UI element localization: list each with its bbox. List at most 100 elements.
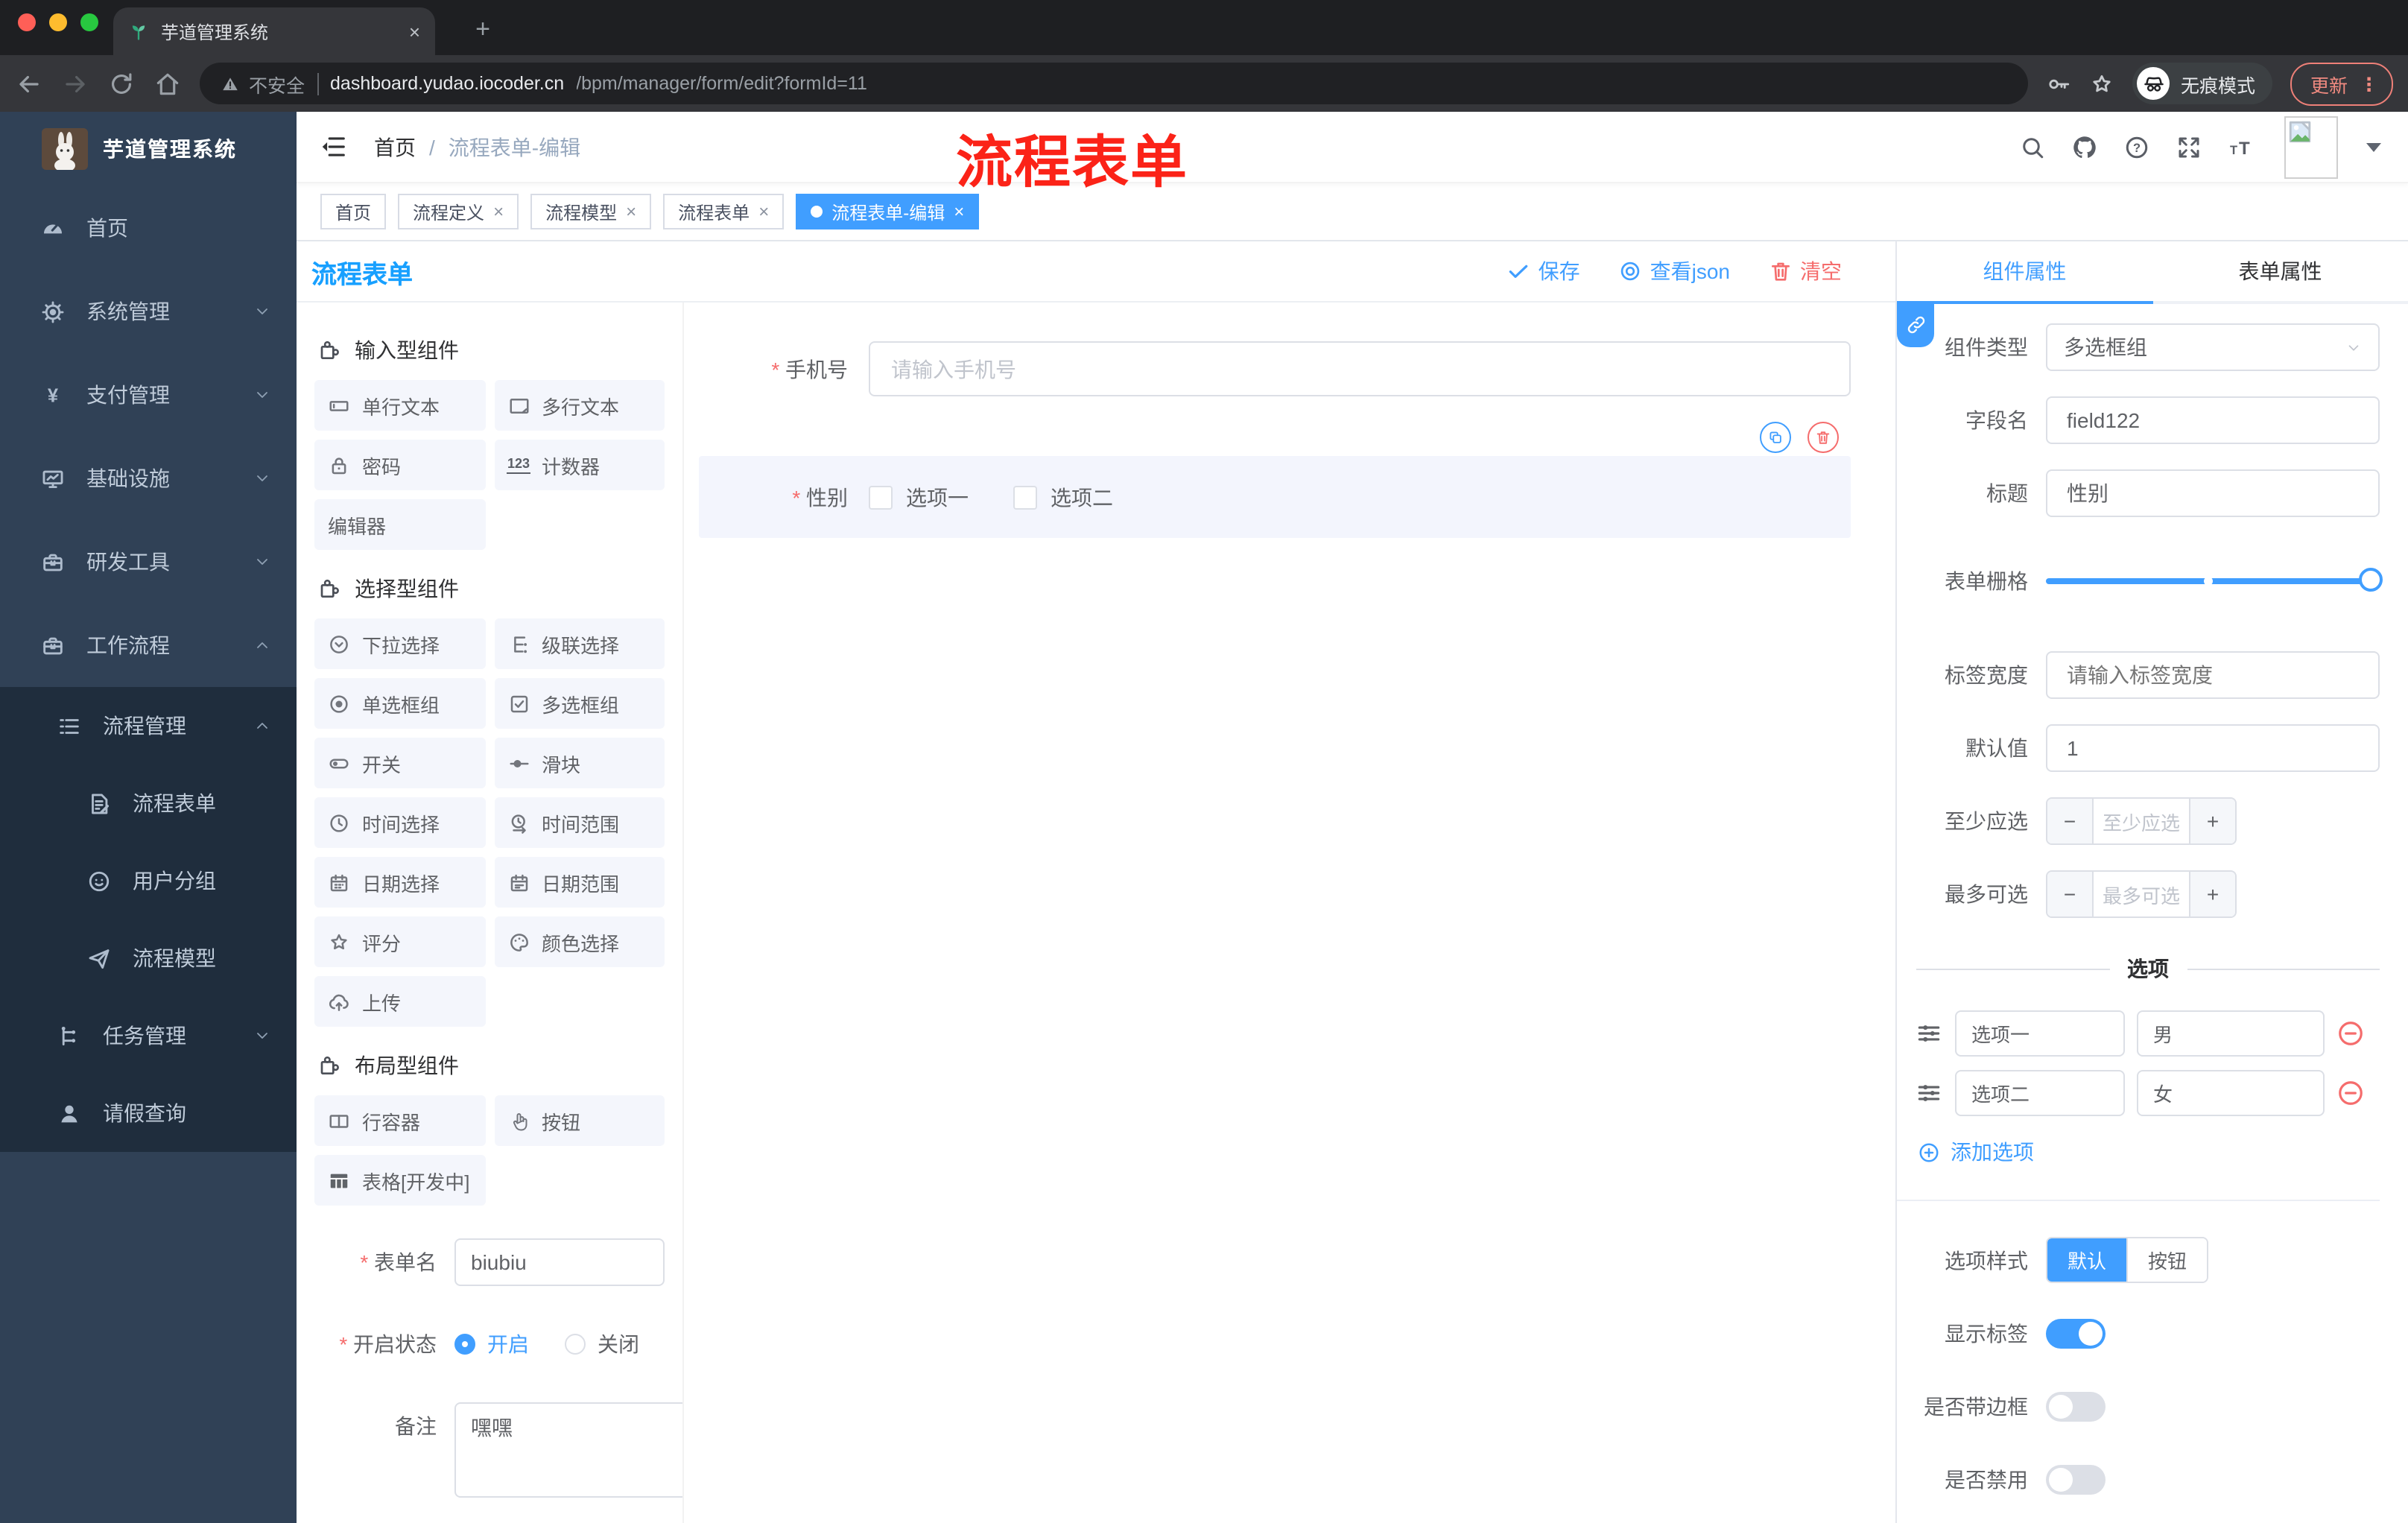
user-avatar[interactable] (2284, 115, 2338, 178)
canvas-field-phone[interactable]: 手机号 请输入手机号 (699, 341, 1851, 396)
stepper-plus-button[interactable]: + (2189, 872, 2235, 916)
browser-menu-icon[interactable]: ⋮ (2360, 72, 2378, 95)
option-text-input[interactable] (1955, 1010, 2125, 1057)
sidebar-item-流程表单[interactable]: 流程表单 (0, 764, 297, 842)
option-value-input[interactable] (2137, 1010, 2325, 1057)
status-radio-off[interactable]: 关闭 (565, 1329, 639, 1359)
stepper-minus-button[interactable]: − (2047, 799, 2094, 843)
action-查看json-button[interactable]: 查看json (1619, 256, 1730, 286)
palette-item-级联选择[interactable]: 级联选择 (494, 618, 665, 669)
link-drawer-tab[interactable] (1897, 301, 1934, 347)
palette-item-下拉选择[interactable]: 下拉选择 (314, 618, 485, 669)
search-icon[interactable] (2019, 133, 2046, 160)
style-default-button[interactable]: 默认 (2047, 1238, 2126, 1282)
font-size-icon[interactable]: TT (2228, 133, 2255, 160)
default-value-input[interactable] (2064, 735, 2362, 762)
palette-item-日期选择[interactable]: 日期选择 (314, 857, 485, 908)
action-清空-button[interactable]: 清空 (1769, 256, 1842, 286)
palette-item-行容器[interactable]: 行容器 (314, 1095, 485, 1146)
palette-item-时间范围[interactable]: 时间范围 (494, 797, 665, 848)
checkbox-option-选项一[interactable]: 选项一 (869, 482, 969, 512)
tag-close-icon[interactable]: × (954, 201, 964, 222)
sidebar-item-请假查询[interactable]: 请假查询 (0, 1074, 297, 1152)
palette-item-多选框组[interactable]: 多选框组 (494, 678, 665, 729)
tag-首页[interactable]: 首页 (320, 194, 387, 229)
label-width-input[interactable] (2064, 662, 2362, 688)
tab-close-icon[interactable]: × (409, 20, 420, 42)
remark-textarea[interactable]: 嘿嘿 (454, 1402, 682, 1498)
sidebar-item-工作流程[interactable]: 工作流程 (0, 604, 297, 687)
tag-流程模型[interactable]: 流程模型 × (530, 194, 652, 229)
drag-handle-icon[interactable] (1915, 1079, 1943, 1107)
tag-close-icon[interactable]: × (758, 201, 769, 222)
tag-close-icon[interactable]: × (493, 201, 504, 222)
maximize-window-button[interactable] (80, 13, 98, 31)
stepper-minus-button[interactable]: − (2047, 872, 2094, 916)
new-tab-button[interactable]: + (465, 12, 501, 48)
palette-item-表格[开发中][interactable]: 表格[开发中] (314, 1155, 485, 1206)
update-button[interactable]: 更新 ⋮ (2290, 62, 2393, 105)
sidebar-item-研发工具[interactable]: 研发工具 (0, 520, 297, 604)
palette-item-开关[interactable]: 开关 (314, 738, 485, 788)
remove-option-icon[interactable] (2336, 1019, 2365, 1048)
status-radio-on[interactable]: 开启 (454, 1329, 529, 1359)
fullscreen-icon[interactable] (2176, 133, 2202, 160)
home-icon[interactable] (153, 69, 182, 98)
title-input[interactable] (2064, 480, 2362, 507)
drag-handle-icon[interactable] (1915, 1019, 1943, 1048)
sidebar-item-任务管理[interactable]: 任务管理 (0, 997, 297, 1074)
palette-item-日期范围[interactable]: 日期范围 (494, 857, 665, 908)
palette-item-评分[interactable]: 评分 (314, 916, 485, 967)
palette-item-单行文本[interactable]: 单行文本 (314, 380, 485, 431)
palette-item-上传[interactable]: 上传 (314, 976, 485, 1027)
grid-slider[interactable] (2046, 557, 2383, 605)
palette-item-多行文本[interactable]: 多行文本 (494, 380, 665, 431)
palette-item-计数器[interactable]: 123 计数器 (494, 440, 665, 490)
tab-form-props[interactable]: 表单属性 (2152, 241, 2408, 301)
action-保存-button[interactable]: 保存 (1507, 256, 1580, 286)
field-name-input[interactable] (2064, 407, 2362, 434)
remove-option-icon[interactable] (2336, 1079, 2365, 1107)
bookmark-star-icon[interactable] (2090, 71, 2115, 96)
sidebar-item-基础设施[interactable]: 基础设施 (0, 437, 297, 520)
form-name-input[interactable] (454, 1238, 665, 1286)
palette-item-编辑器[interactable]: 编辑器 (314, 499, 485, 550)
copy-component-button[interactable] (1760, 422, 1791, 453)
max-select-placeholder[interactable]: 最多可选 (2094, 872, 2189, 916)
forward-icon[interactable] (61, 69, 89, 98)
toggle-switch[interactable] (2046, 1392, 2106, 1422)
palette-item-时间选择[interactable]: 时间选择 (314, 797, 485, 848)
checkbox-icon[interactable] (1013, 485, 1037, 509)
delete-component-button[interactable] (1807, 422, 1839, 453)
palette-item-单选框组[interactable]: 单选框组 (314, 678, 485, 729)
tab-component-props[interactable]: 组件属性 (1897, 241, 2152, 304)
comp-type-select[interactable]: 多选框组 (2046, 323, 2380, 371)
palette-item-按钮[interactable]: 按钮 (494, 1095, 665, 1146)
phone-input[interactable]: 请输入手机号 (869, 341, 1851, 396)
sidebar-item-首页[interactable]: 首页 (0, 186, 297, 270)
min-select-placeholder[interactable]: 至少应选 (2094, 799, 2189, 843)
browser-tab[interactable]: 芋道管理系统 × (113, 7, 435, 55)
add-option-button[interactable]: 添加选项 (1918, 1137, 2380, 1167)
close-window-button[interactable] (18, 13, 36, 31)
checkbox-icon[interactable] (869, 485, 893, 509)
breadcrumb-home[interactable]: 首页 (374, 132, 416, 162)
option-text-input[interactable] (1955, 1070, 2125, 1116)
tag-流程表单[interactable]: 流程表单 × (663, 194, 785, 229)
tag-流程表单-编辑[interactable]: 流程表单-编辑 × (796, 194, 980, 229)
toggle-switch[interactable] (2046, 1465, 2106, 1495)
slider-handle[interactable] (2359, 568, 2383, 592)
minimize-window-button[interactable] (49, 13, 67, 31)
checkbox-option-选项二[interactable]: 选项二 (1013, 482, 1113, 512)
selected-component-gender[interactable]: 性别 选项一 选项二 (699, 456, 1851, 538)
slider-track[interactable] (2046, 568, 2383, 592)
style-button-button[interactable]: 按钮 (2126, 1238, 2207, 1282)
sidebar-item-流程管理[interactable]: 流程管理 (0, 687, 297, 764)
sidebar-item-用户分组[interactable]: 用户分组 (0, 842, 297, 919)
help-icon[interactable]: ? (2123, 133, 2150, 160)
github-icon[interactable] (2071, 133, 2098, 160)
reload-icon[interactable] (107, 69, 136, 98)
sidebar-item-流程模型[interactable]: 流程模型 (0, 919, 297, 997)
palette-item-密码[interactable]: 密码 (314, 440, 485, 490)
url-bar[interactable]: 不安全 dashboard.yudao.iocoder.cn /bpm/mana… (200, 63, 2029, 104)
